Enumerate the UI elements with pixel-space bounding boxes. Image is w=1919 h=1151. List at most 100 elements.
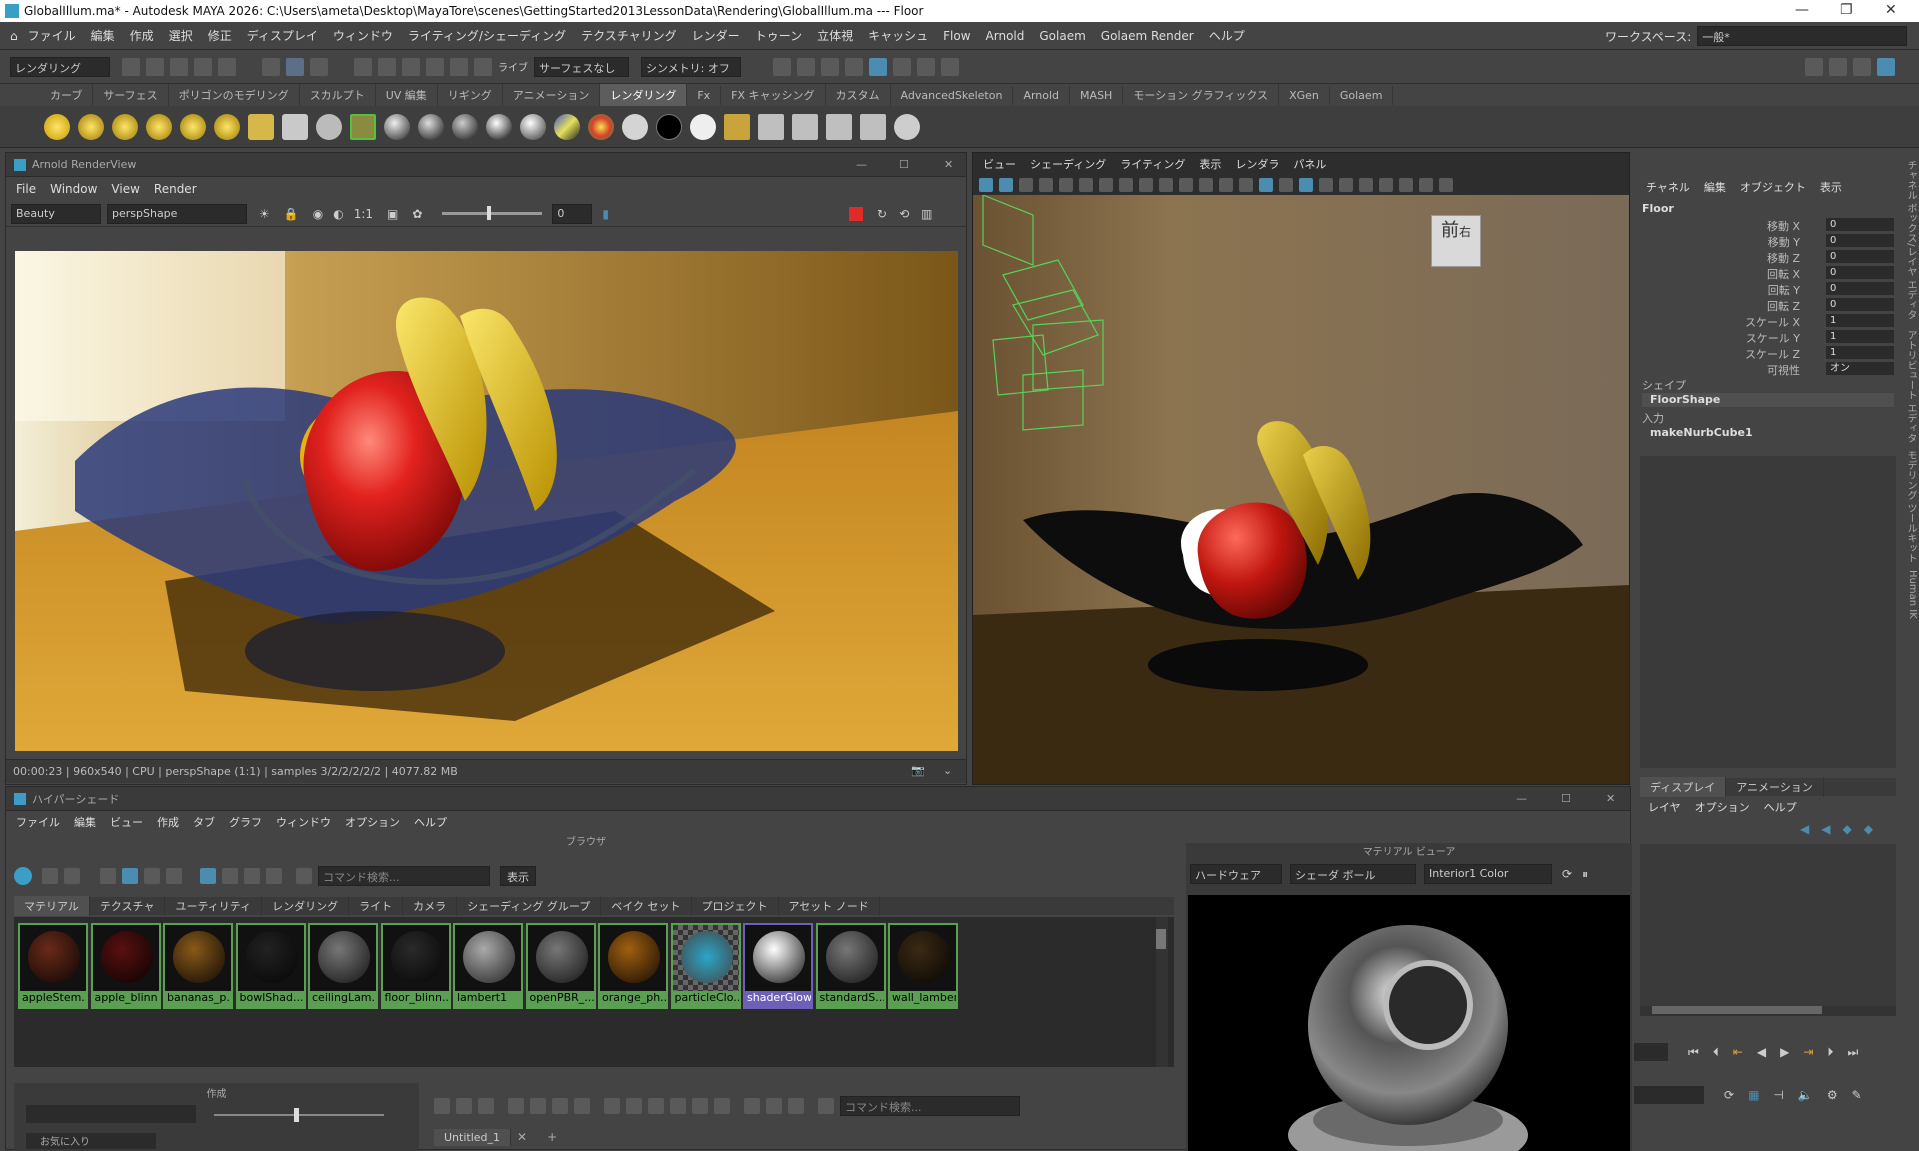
ambient-light-icon[interactable] (44, 113, 70, 140)
exposure-field[interactable]: 0 (552, 203, 593, 224)
main-menu-item[interactable]: Flow (943, 29, 970, 43)
viewport-menu-item[interactable]: ライティング (1120, 156, 1185, 172)
camera-aim-icon[interactable] (282, 113, 308, 140)
live-surface-field[interactable]: サーフェスなし (534, 56, 629, 77)
safe-title-icon[interactable] (1219, 178, 1233, 192)
image-plane-icon[interactable] (1039, 178, 1053, 192)
close-icon[interactable]: ✕ (1885, 2, 1897, 18)
color-manage-icon[interactable]: ✿ (412, 207, 422, 221)
minimize-icon[interactable]: — (1795, 2, 1809, 18)
material-swatch[interactable]: apple_blinn (90, 923, 161, 1009)
phongE-shader-icon[interactable] (486, 113, 512, 140)
channel-box-menu-item[interactable]: オブジェクト (1740, 179, 1806, 195)
layer-scrollbar[interactable] (1640, 1006, 1896, 1016)
key-icon[interactable]: ⊣ (1773, 1088, 1783, 1102)
sort-reverse-icon[interactable] (266, 868, 282, 884)
modeling-toolkit-icon[interactable] (917, 57, 935, 76)
close-icon[interactable]: ✕ (1606, 792, 1615, 805)
render-view-menu-item[interactable]: Window (50, 182, 97, 196)
graph-search-input[interactable]: コマンド検索... (840, 1096, 1020, 1116)
split-view-icon[interactable]: ▥ (921, 207, 932, 221)
render-sequence-icon[interactable] (860, 113, 886, 140)
light-link-icon[interactable] (350, 113, 376, 140)
wireframe-icon[interactable] (1239, 178, 1253, 192)
anti-aliasing-icon[interactable] (1399, 178, 1413, 192)
channel-value-field[interactable]: 1 (1826, 330, 1894, 343)
medium-swatch-icon[interactable] (122, 868, 138, 884)
maximize-icon[interactable]: ☐ (899, 158, 909, 171)
main-menu-item[interactable]: Arnold (986, 29, 1025, 43)
toggle-grid-icon[interactable] (744, 1098, 760, 1114)
anim-layer-dropdown[interactable] (1634, 1086, 1704, 1104)
shelf-tab[interactable]: アニメーション (503, 84, 601, 106)
display-layer-tab[interactable]: ディスプレイ (1640, 777, 1727, 797)
character-set-icon[interactable]: ✎ (1852, 1088, 1862, 1102)
main-menu-item[interactable]: 選択 (169, 27, 193, 44)
viewport-menu-item[interactable]: レンダラ (1235, 156, 1279, 172)
viewport-canvas[interactable]: 前右 (973, 195, 1629, 784)
select-by-hierarchy-icon[interactable] (262, 57, 280, 76)
layered-shader-icon[interactable] (554, 113, 580, 140)
shadows-icon[interactable] (1339, 178, 1353, 192)
exposure-slider[interactable] (442, 206, 543, 220)
new-scene-icon[interactable] (122, 57, 140, 76)
workspace-dropdown[interactable]: 一般* (1697, 26, 1908, 46)
browser-tab[interactable]: カメラ (403, 896, 458, 916)
material-swatch[interactable]: lambert1 (453, 923, 523, 1009)
maximize-icon[interactable]: ❐ (1840, 2, 1853, 18)
step-back-icon[interactable]: ⏴ (1713, 1045, 1719, 1060)
pause-viewer-icon[interactable]: ⏸ (1582, 867, 1588, 882)
browser-tab[interactable]: ライト (349, 896, 404, 916)
current-frame-field[interactable] (1634, 1043, 1668, 1061)
main-menu-item[interactable]: ディスプレイ (247, 27, 318, 44)
sort-time-icon[interactable] (244, 868, 260, 884)
output-connections-icon[interactable] (478, 1098, 494, 1114)
workspace-selector[interactable]: ワークスペース: 一般* (1605, 26, 1908, 46)
hypershade-menu-item[interactable]: オプション (345, 814, 400, 830)
snapshot-camera-icon[interactable]: 📷 (911, 764, 925, 777)
render-view-menu-item[interactable]: View (111, 182, 139, 196)
smooth-shade-icon[interactable] (1259, 178, 1273, 192)
shelf-tab[interactable]: スカルプト (300, 84, 376, 106)
shelf-tab[interactable]: サーフェス (93, 84, 169, 106)
point-light-icon[interactable] (112, 113, 138, 140)
render-view-menu-item[interactable]: File (16, 182, 36, 196)
menu-set-dropdown[interactable]: レンダリング (10, 56, 110, 77)
select-camera-icon[interactable] (979, 178, 993, 192)
symmetry-dropdown[interactable]: シンメトリ: オフ (641, 56, 741, 77)
crop-region-icon[interactable]: ▣ (387, 207, 398, 221)
sort-type-icon[interactable] (222, 868, 238, 884)
input-output-connections-icon[interactable] (456, 1098, 472, 1114)
material-swatch[interactable]: orange_ph... (598, 923, 668, 1009)
rearrange-graph-icon[interactable] (574, 1098, 590, 1114)
side-tab[interactable]: チャネル ボックス/レイヤ エディタ (1898, 160, 1918, 320)
main-menu-item[interactable]: ファイル (28, 27, 76, 44)
side-tab[interactable]: アトリビュート エディタ (1898, 330, 1918, 443)
wireframe-on-shaded-icon[interactable] (1279, 178, 1293, 192)
viewport-menu-item[interactable]: パネル (1293, 156, 1326, 172)
alpha-icon[interactable]: ◐ (333, 207, 343, 221)
channel-value-field[interactable]: 1 (1826, 314, 1894, 327)
simple-mode-icon[interactable] (604, 1098, 620, 1114)
sun-icon[interactable]: ☀ (259, 207, 270, 221)
field-chart-icon[interactable] (1179, 178, 1193, 192)
renderer-dropdown[interactable]: ハードウェア (1190, 864, 1282, 884)
render-frame-icon[interactable] (773, 57, 791, 76)
ratio-label[interactable]: 1:1 (354, 207, 373, 221)
browser-tab[interactable]: テクスチャ (90, 896, 166, 916)
browser-tab[interactable]: シェーディング グループ (457, 896, 602, 916)
browser-scrollbar[interactable] (1156, 917, 1168, 1067)
graph-tab-untitled[interactable]: Untitled_1 (434, 1128, 512, 1146)
go-to-start-icon[interactable]: ⏮ (1688, 1045, 1699, 1060)
browser-tab[interactable]: マテリアル (14, 896, 90, 916)
browser-tab[interactable]: プロジェクト (692, 896, 779, 916)
ipr-icon[interactable]: ⟲ (899, 207, 909, 221)
pause-viewport-icon[interactable] (941, 57, 959, 76)
small-swatch-icon[interactable] (100, 868, 116, 884)
main-menu-item[interactable]: レンダー (692, 27, 740, 44)
channel-value-field[interactable]: 0 (1826, 282, 1894, 295)
full-mode-icon[interactable] (648, 1098, 664, 1114)
maximize-icon[interactable]: ☐ (1561, 792, 1571, 805)
shelf-tab[interactable]: MASH (1070, 85, 1124, 105)
hypershade-menu-item[interactable]: ファイル (16, 814, 60, 830)
